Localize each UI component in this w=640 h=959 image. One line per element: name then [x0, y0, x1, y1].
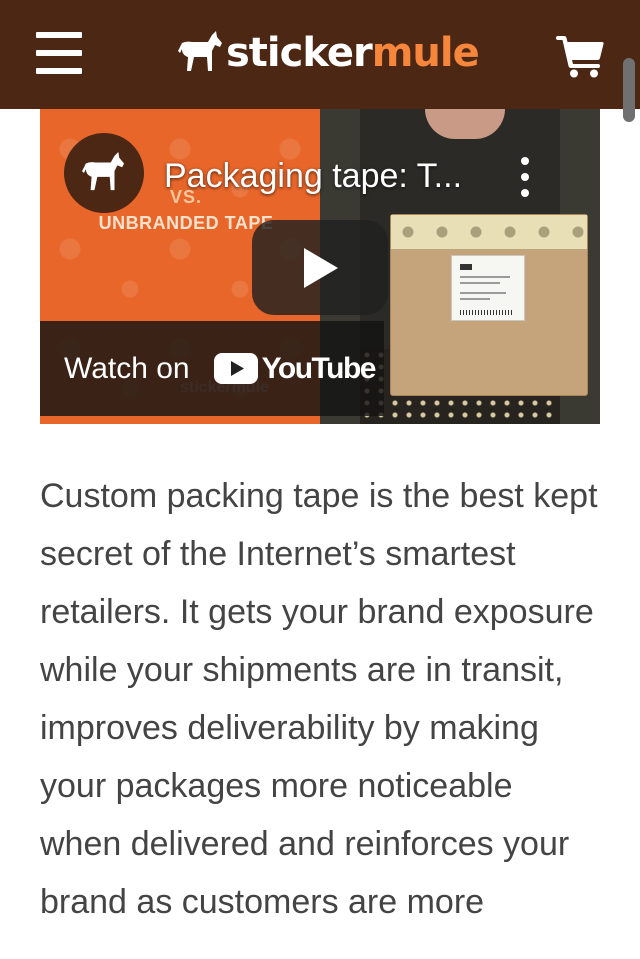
shopping-cart-button[interactable]: [556, 36, 604, 78]
play-button[interactable]: [252, 220, 388, 315]
youtube-play-icon: [213, 353, 258, 384]
stickermule-logo[interactable]: sticker mule: [178, 28, 480, 78]
hamburger-menu-button[interactable]: [36, 32, 82, 74]
youtube-wordmark: YouTube: [261, 351, 377, 385]
channel-avatar[interactable]: [64, 133, 144, 213]
branded-tape: [391, 215, 587, 250]
youtube-logo: YouTube: [213, 351, 377, 386]
watch-on-label: Watch on: [64, 351, 190, 385]
mule-logo-icon: [178, 31, 222, 71]
youtube-video-embed[interactable]: VS. UNBRANDED TAPE stickermule Packaging…: [40, 109, 600, 424]
site-header: sticker mule: [0, 0, 640, 109]
play-icon: [304, 247, 338, 288]
menu-bar: [36, 32, 82, 38]
vertical-ellipsis-icon[interactable]: [516, 157, 534, 197]
shipping-box: [390, 214, 588, 396]
mule-avatar-icon: [82, 152, 125, 191]
menu-bar: [36, 68, 82, 74]
article-paragraph: Custom packing tape is the best kept sec…: [40, 477, 598, 921]
logo-word-sticker: sticker: [226, 30, 373, 76]
menu-bar: [36, 50, 82, 56]
page-scrollbar[interactable]: [623, 58, 635, 122]
video-title[interactable]: Packaging tape: T...: [164, 155, 494, 197]
shopping-cart-icon: [556, 36, 604, 78]
shipping-label: [451, 255, 525, 321]
watch-on-youtube-button[interactable]: Watch on YouTube: [40, 321, 384, 416]
logo-word-mule: mule: [371, 30, 480, 76]
